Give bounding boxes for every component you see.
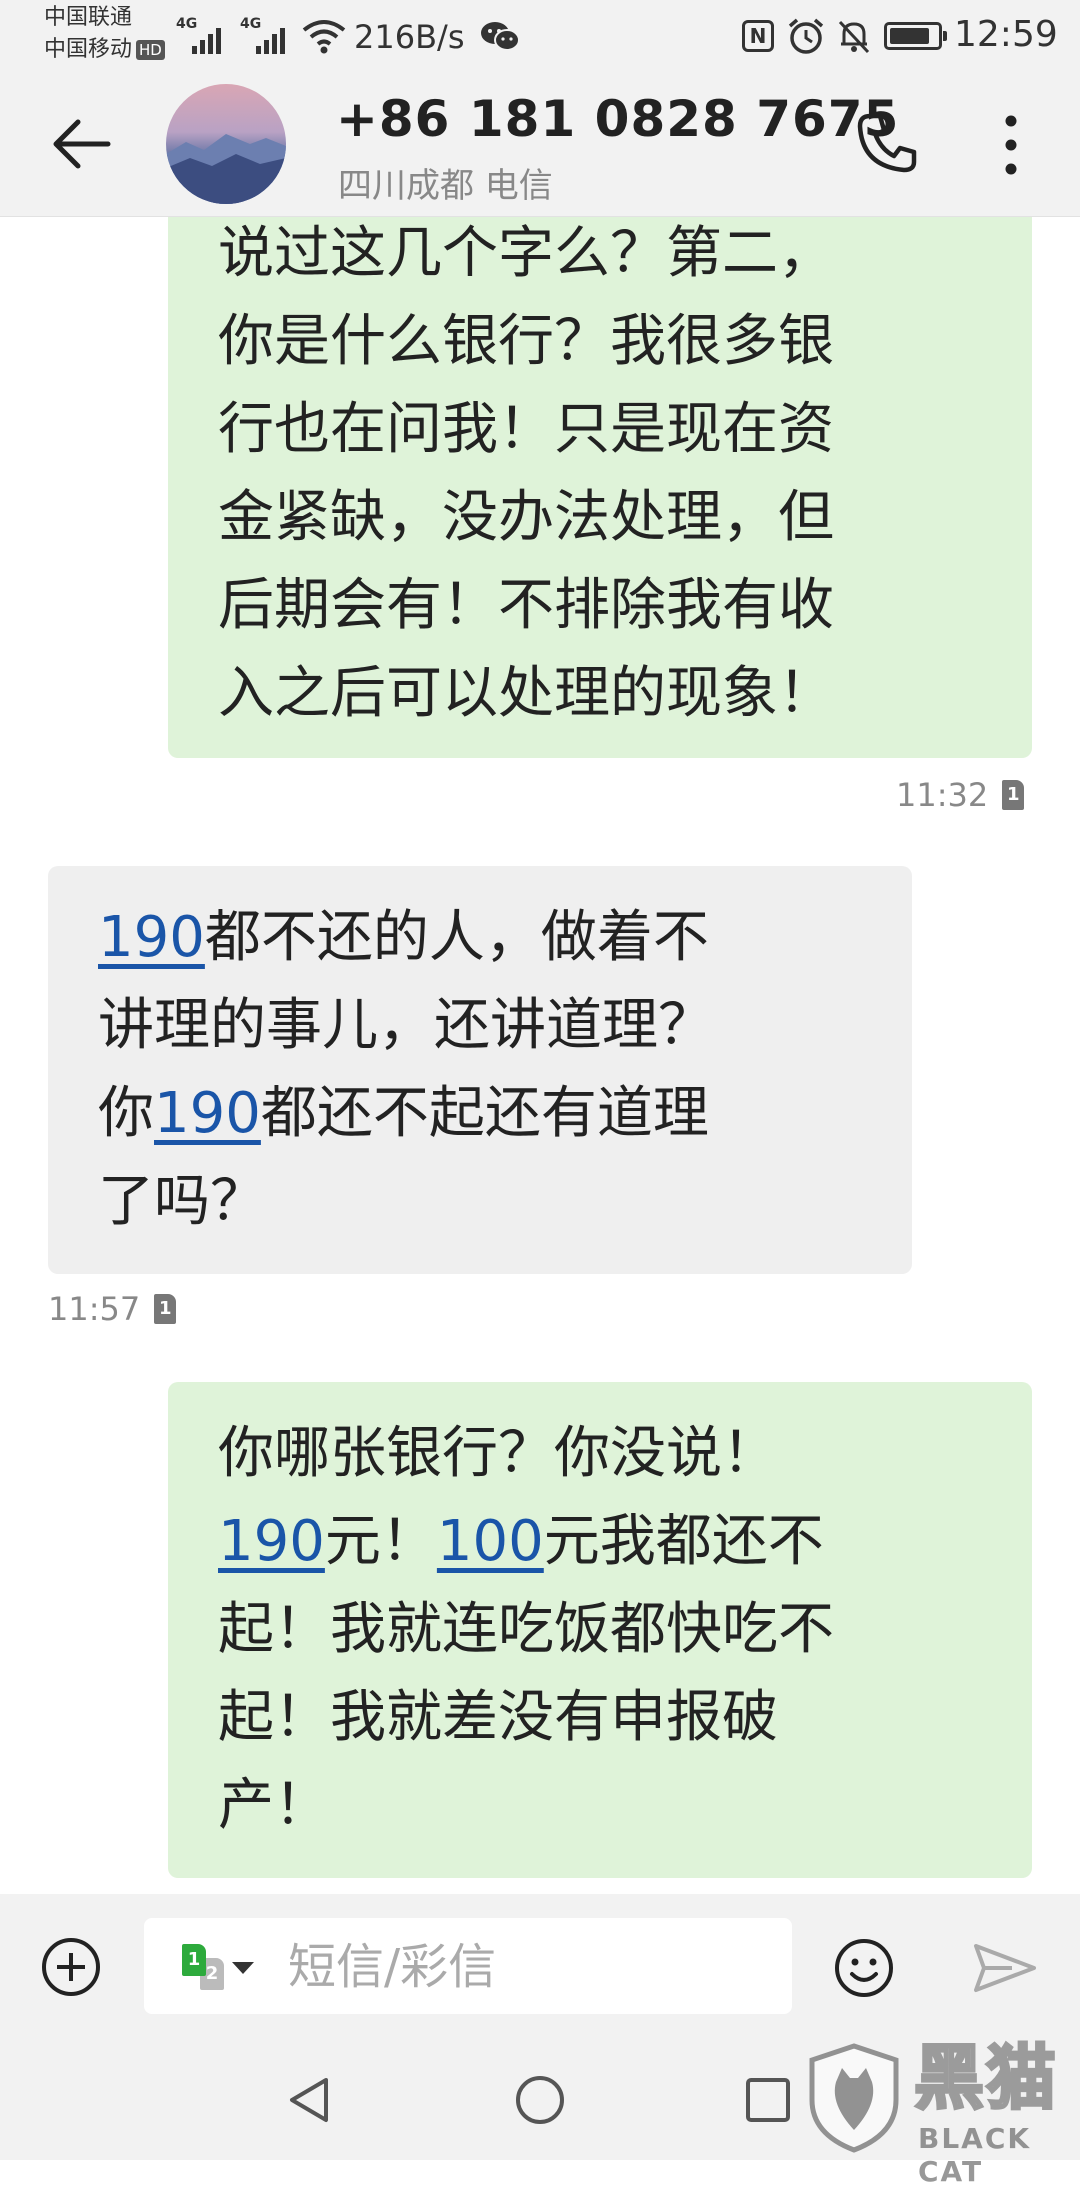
nav-home-icon[interactable] [514, 2074, 566, 2126]
message-text: 起！我就连吃饭都快吃不 [218, 1597, 834, 1662]
message-text: 产！ [218, 1773, 330, 1838]
message-text: 你是什么银行？我很多银 [218, 309, 834, 374]
sim-1-icon: 1 [182, 1944, 206, 1976]
message-line: 金紧缺，没办法处理，但 [218, 474, 982, 562]
message-text: 了吗？ [98, 1169, 266, 1234]
phone-call-icon[interactable] [852, 108, 922, 178]
sim-selector[interactable]: 2 1 [182, 1944, 254, 1992]
wechat-icon [481, 22, 520, 51]
black-cat-watermark: 黑猫 BLACK CAT [806, 2034, 1076, 2188]
number-link[interactable]: 100 [437, 1509, 544, 1574]
message-line: 190元！100元我都还不 [218, 1498, 982, 1586]
message-bubble-outgoing[interactable]: 你哪张银行？你没说！ 190元！100元我都还不起！我就连吃饭都快吃不 起！我就差没… [168, 1382, 1032, 1878]
message-input[interactable] [286, 1932, 770, 2002]
contact-number: +86 181 0828 7675 [336, 90, 900, 148]
signal-1-icon: 4G [176, 16, 232, 56]
number-link[interactable]: 190 [218, 1509, 325, 1574]
black-cat-logo-icon [809, 2043, 899, 2153]
message-time: 11:32 [896, 776, 989, 814]
message-meta: 11:57 1 [48, 1290, 177, 1328]
message-line: 产！ [218, 1762, 982, 1850]
message-text: 都不还的人，做着不 [204, 905, 709, 970]
more-options-icon[interactable] [996, 112, 1026, 178]
message-line: 190都不还的人，做着不 [98, 894, 862, 982]
add-attachment-icon[interactable] [40, 1936, 102, 1998]
battery-icon [884, 22, 947, 50]
message-text: 行也在问我！只是现在资 [218, 397, 834, 462]
number-link[interactable]: 190 [98, 905, 205, 970]
message-line: 你190都还不起还有道理 [98, 1070, 862, 1158]
carrier-2-label: 中国移动 [44, 37, 133, 62]
message-input-field[interactable]: 2 1 [144, 1918, 792, 2014]
compose-bar: 2 1 [0, 1894, 1080, 2038]
message-line: 行也在问我！只是现在资 [218, 386, 982, 474]
contact-location: 四川成都 电信 [338, 166, 553, 206]
watermark-text-en: BLACK CAT [918, 2122, 1032, 2188]
nav-recent-apps-icon[interactable] [744, 2076, 792, 2124]
message-text: 起！我就差没有申报破 [218, 1685, 778, 1750]
network-speed: 216B/s [354, 18, 465, 56]
message-text: 元我都还不 [543, 1509, 824, 1574]
sim-card-icon: 1 [154, 1294, 177, 1324]
message-line: 入之后可以处理的现象！ [218, 650, 982, 738]
alarm-icon [788, 18, 824, 54]
message-bubble-incoming[interactable]: 190都不还的人，做着不 讲理的事儿，还讲道理？ 你190都还不起还有道理 了吗？ [48, 866, 912, 1274]
nav-back-icon[interactable] [284, 2074, 334, 2126]
message-line: 后期会有！不排除我有收 [218, 562, 982, 650]
message-time: 11:57 [48, 1290, 141, 1328]
status-time: 12:59 [954, 14, 1058, 55]
message-text: 入之后可以处理的现象！ [218, 661, 834, 726]
message-line: 起！我就差没有申报破 [218, 1674, 982, 1762]
message-bubble-outgoing[interactable]: 说过这几个字么？第二， 你是什么银行？我很多银 行也在问我！只是现在资 金紧缺，没办法… [168, 190, 1032, 758]
message-text: 你 [98, 1081, 154, 1146]
message-text: 都还不起还有道理 [260, 1081, 709, 1146]
sim-card-icon: 1 [1002, 780, 1025, 810]
message-text: 金紧缺，没办法处理，但 [218, 485, 834, 550]
message-text: 后期会有！不排除我有收 [218, 573, 834, 638]
mountain-landscape-image [166, 134, 286, 204]
message-line: 讲理的事儿，还讲道理？ [98, 982, 862, 1070]
chevron-down-icon [232, 1962, 254, 1974]
hd-badge: HD [136, 40, 165, 60]
number-link[interactable]: 190 [154, 1081, 261, 1146]
message-line: 你哪张银行？你没说！ [218, 1410, 982, 1498]
wifi-icon [302, 20, 346, 54]
message-line: 了吗？ [98, 1158, 862, 1246]
message-text: 说过这几个字么？第二， [218, 221, 834, 286]
emoji-icon[interactable] [832, 1936, 896, 2000]
carrier-2-row: 中国移动 HD [44, 38, 165, 62]
signal-2-icon: 4G [240, 16, 296, 56]
mute-bell-icon [838, 20, 870, 54]
nfc-icon: N [742, 20, 774, 52]
conversation-header: +86 181 0828 7675 四川成都 电信 [0, 72, 1080, 217]
message-line: 说过这几个字么？第二， [218, 210, 982, 298]
carrier-1-label: 中国联通 [44, 5, 133, 30]
message-line: 你是什么银行？我很多银 [218, 298, 982, 386]
status-bar: 中国联通 中国移动 HD 4G 4G 216B/s N 12:59 [0, 0, 1080, 72]
contact-avatar[interactable] [166, 84, 286, 204]
message-text: 元！ [324, 1509, 437, 1574]
back-arrow-icon[interactable] [48, 114, 118, 174]
watermark-text-cn: 黑猫 [913, 2037, 1058, 2119]
send-icon[interactable] [972, 1940, 1038, 1996]
message-meta: 11:32 1 [896, 776, 1025, 814]
message-line: 起！我就连吃饭都快吃不 [218, 1586, 982, 1674]
message-text: 讲理的事儿，还讲道理？ [98, 993, 714, 1058]
message-text: 你哪张银行？你没说！ [218, 1421, 778, 1486]
